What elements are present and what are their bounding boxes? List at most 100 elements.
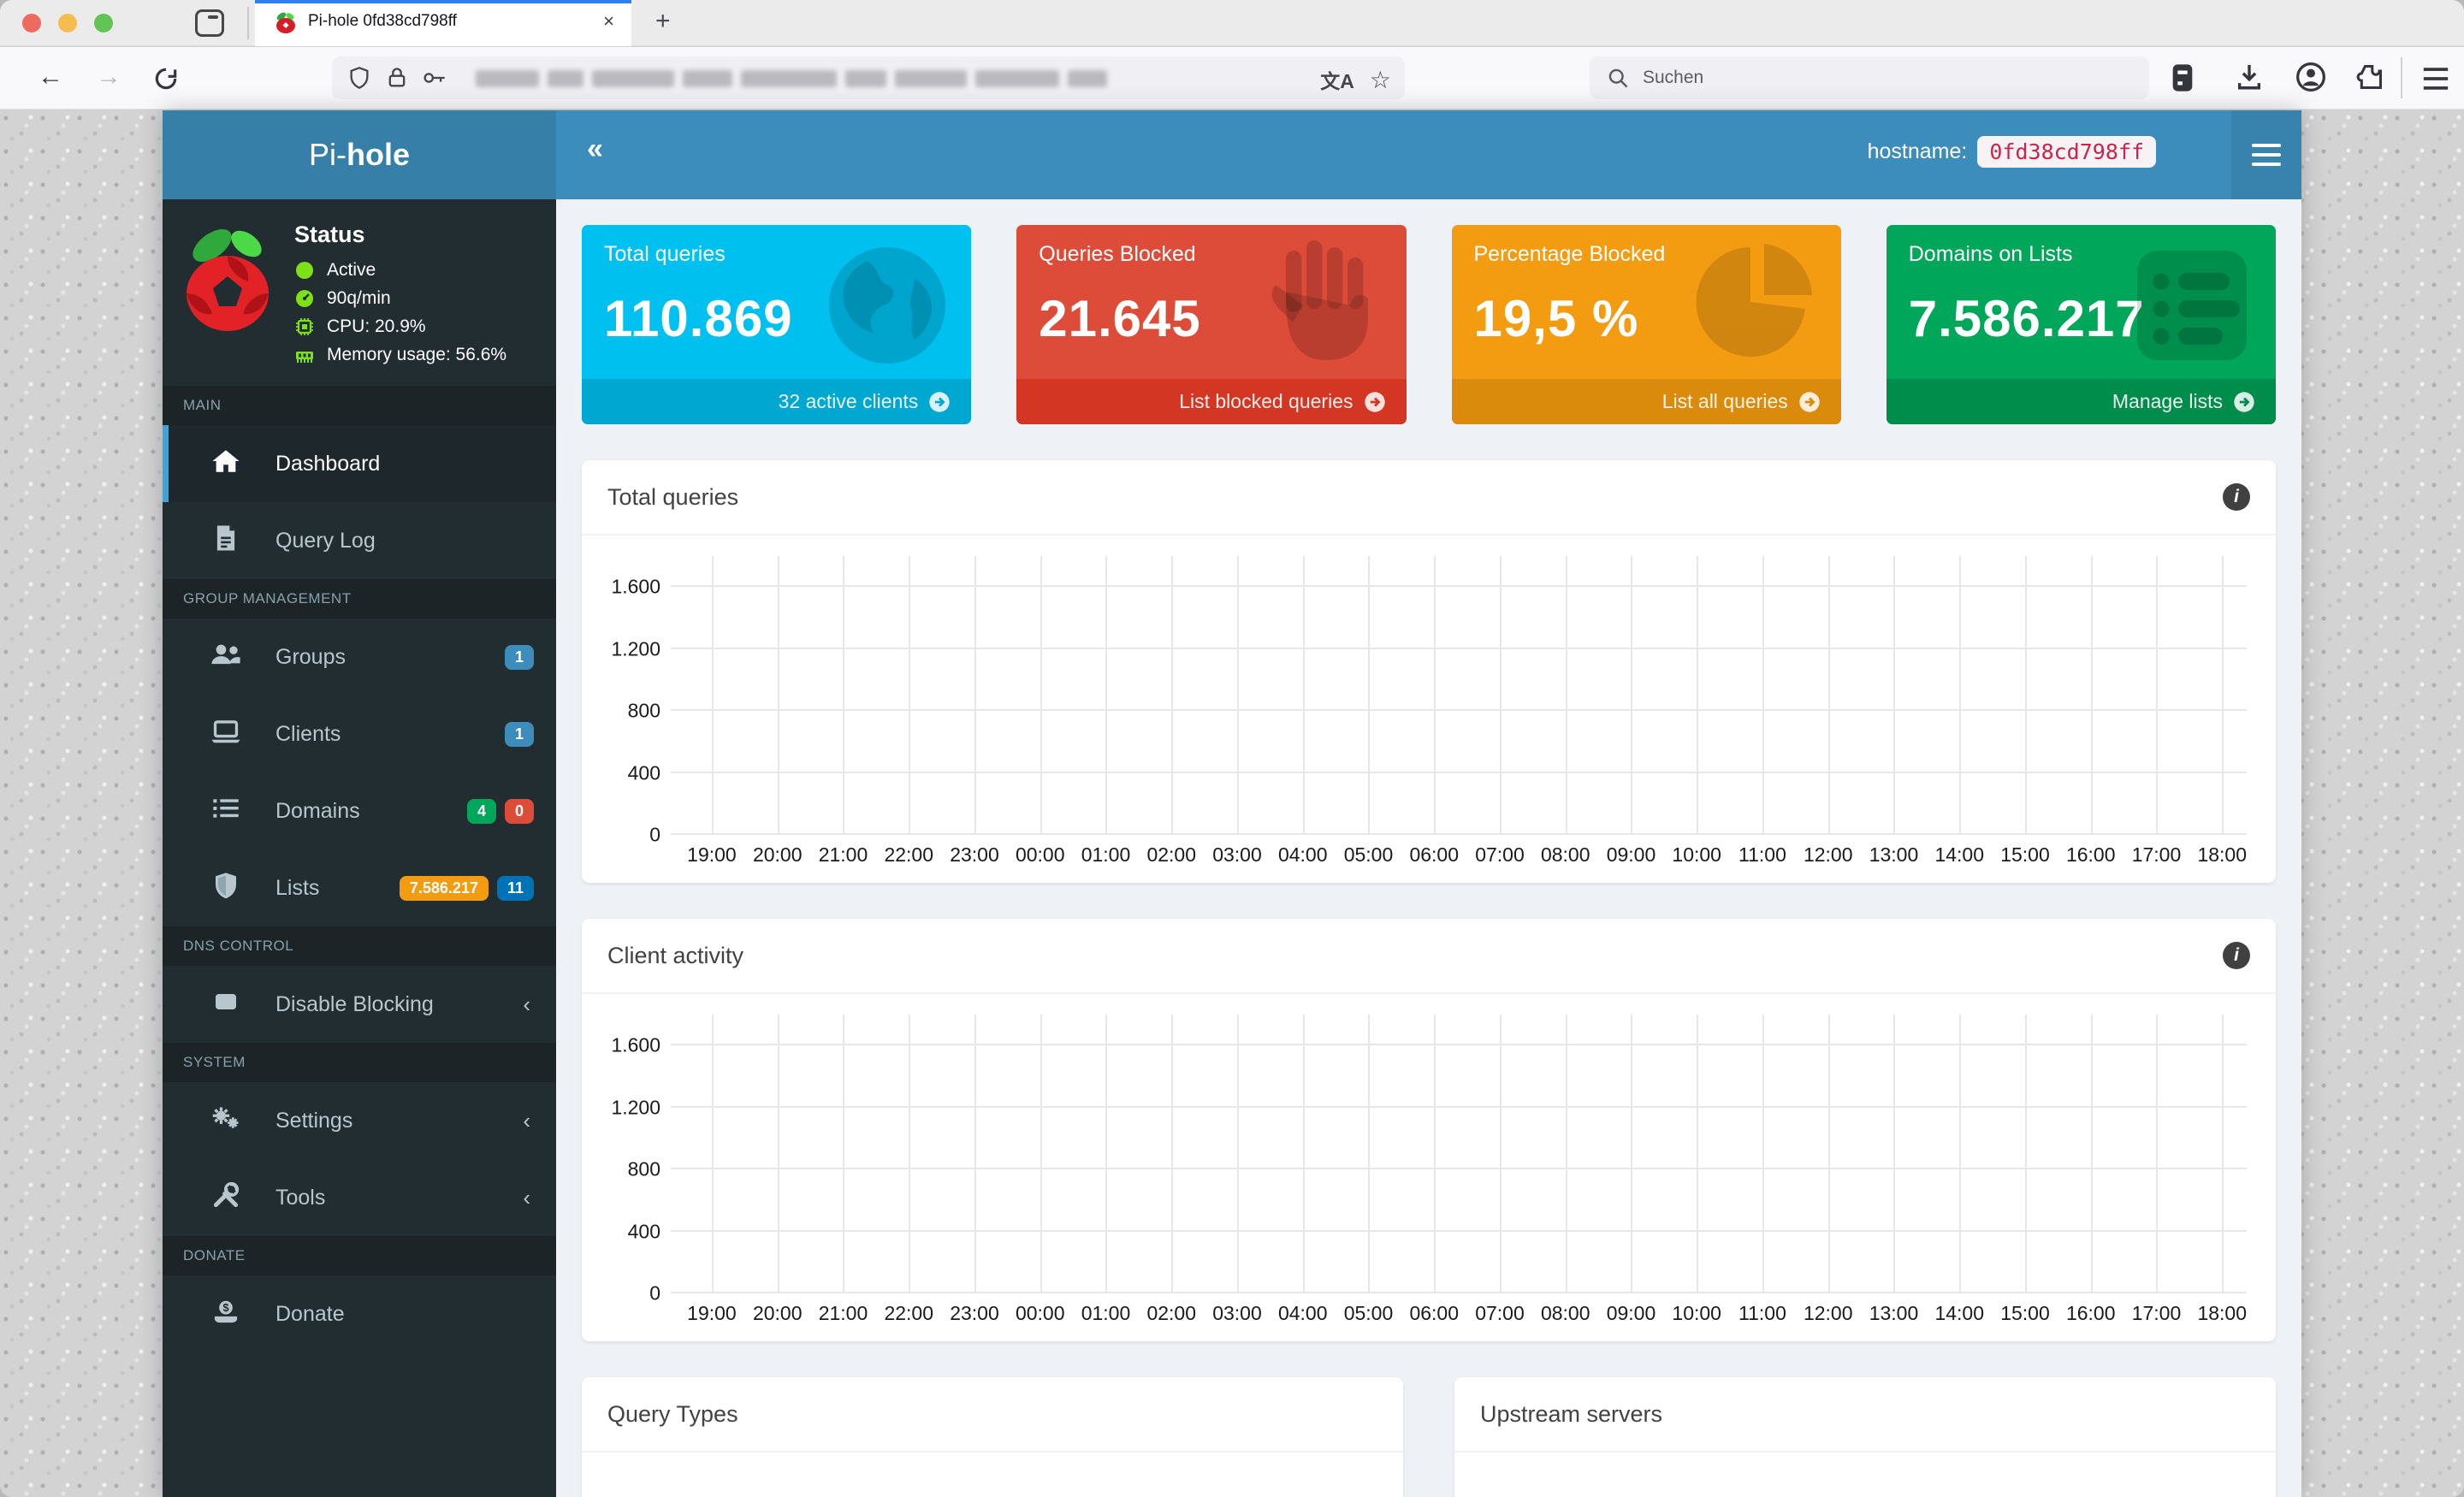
gears-icon	[207, 1104, 245, 1138]
arrow-circle-icon	[1799, 391, 1820, 412]
users-icon	[207, 642, 245, 673]
total-queries-chart[interactable]: 0 400 800 1.200 1.600 19:00 20:00 21:00 22:00 23:…	[607, 541, 2250, 883]
v-gridline	[1236, 1015, 1239, 1293]
sidebar-item-domains[interactable]: Domains 4 0	[163, 772, 556, 849]
pihole-favicon-icon	[276, 12, 295, 33]
summary-cards: Total queries 110.869 32 active clients Que…	[582, 225, 2276, 424]
sidebar-item-query-log[interactable]: Query Log	[163, 502, 556, 579]
bookmark-star-icon[interactable]: ☆	[1370, 66, 1391, 94]
window-zoom-button[interactable]	[94, 14, 113, 33]
window-minimize-button[interactable]	[58, 14, 77, 33]
stop-icon	[207, 989, 245, 1021]
x-axis-label: 09:00	[1606, 1302, 1656, 1324]
new-tab-button[interactable]: +	[655, 7, 671, 36]
window-close-button[interactable]	[22, 14, 41, 33]
toolbox-icon[interactable]	[2168, 61, 2197, 95]
v-gridline	[2222, 1015, 2224, 1293]
status-dot-icon	[296, 262, 313, 279]
card-footer-label: List all queries	[1661, 390, 1788, 412]
navbar-menu-button[interactable]	[2231, 110, 2301, 199]
sidebar-collapse-button[interactable]: «	[587, 133, 603, 166]
translate-icon[interactable]: 文A	[1320, 65, 1354, 94]
client-activity-chart[interactable]: 0 400 800 1.200 1.600 19:00 20:00 21:00 22:00 23:…	[607, 999, 2250, 1341]
h-gridline	[671, 1044, 2247, 1046]
download-icon[interactable]	[2235, 61, 2264, 93]
card-body: Total queries 110.869	[582, 225, 971, 379]
sidebar-item-clients[interactable]: Clients 1	[163, 695, 556, 772]
sidebar-item-lists[interactable]: Lists 7.586.217 11	[163, 849, 556, 926]
account-icon[interactable]	[2295, 61, 2327, 93]
x-axis-label: 04:00	[1277, 843, 1328, 866]
reload-icon[interactable]	[152, 65, 180, 92]
badge: 11	[496, 875, 534, 901]
info-icon[interactable]: i	[2223, 942, 2250, 969]
x-axis-label: 23:00	[950, 1302, 999, 1324]
back-button[interactable]: ←	[38, 62, 63, 92]
card-footer-link[interactable]: Manage lists	[1886, 379, 2276, 424]
v-gridline	[1762, 556, 1764, 835]
x-axis-label: 13:00	[1869, 843, 1919, 866]
card-body: Domains on Lists 7.586.217	[1886, 225, 2276, 379]
v-gridline	[1565, 1015, 1567, 1293]
tab-close-icon[interactable]: ×	[603, 10, 614, 33]
arrow-circle-icon	[2234, 391, 2254, 412]
x-axis-label: 11:00	[1738, 1302, 1786, 1324]
search-placeholder: Suchen	[1643, 68, 1704, 87]
v-gridline	[909, 1015, 911, 1293]
search-icon	[1608, 68, 1628, 88]
hostname-value: 0fd38cd798ff	[1977, 136, 2156, 168]
sidebar-item-label: Groups	[275, 644, 346, 669]
cpu-icon	[296, 318, 313, 335]
menu-hamburger-icon[interactable]	[2421, 66, 2450, 92]
sidebar-item-label: Domains	[275, 798, 360, 823]
card-footer-link[interactable]: 32 active clients	[582, 379, 972, 424]
x-axis-label: 11:00	[1738, 843, 1786, 866]
info-icon[interactable]: i	[2223, 483, 2250, 511]
sidebar-item-label: Lists	[275, 875, 320, 900]
v-gridline	[1499, 556, 1502, 835]
h-gridline	[671, 1229, 2247, 1232]
list-icon	[207, 796, 245, 826]
search-field[interactable]: Suchen	[1590, 56, 2149, 99]
y-axis-label: 800	[627, 699, 660, 722]
sidebar-item-dashboard[interactable]: Dashboard	[163, 425, 556, 502]
v-gridline	[1171, 556, 1174, 835]
x-axis-label: 02:00	[1146, 843, 1196, 866]
url-bar[interactable]: 文A ☆	[332, 56, 1405, 99]
card-footer-link[interactable]: List blocked queries	[1016, 379, 1407, 424]
sidebar-item-groups[interactable]: Groups 1	[163, 618, 556, 695]
panel-title: Query Types	[607, 1400, 738, 1427]
menu-section-header: SYSTEM	[163, 1043, 556, 1082]
sidebar-item-tools[interactable]: Tools ‹	[163, 1159, 556, 1236]
h-gridline	[671, 833, 2247, 835]
v-gridline	[1434, 556, 1436, 835]
status-active-row: Active	[294, 260, 556, 281]
status-memory-row: Memory usage: 56.6%	[294, 345, 556, 365]
x-axis-label: 07:00	[1475, 1302, 1525, 1324]
key-icon[interactable]	[421, 66, 447, 90]
card-footer-link[interactable]: List all queries	[1451, 379, 1841, 424]
sidebar-item-donate[interactable]: $ Donate	[163, 1275, 556, 1352]
status-cpu-row: CPU: 20.9%	[294, 317, 556, 337]
sidebar-item-disable-blocking[interactable]: Disable Blocking ‹	[163, 966, 556, 1043]
sidebar-toggle-icon[interactable]	[195, 9, 224, 37]
wrench-icon	[207, 1181, 245, 1215]
x-axis-label: 06:00	[1409, 1302, 1459, 1324]
lock-icon[interactable]	[385, 66, 409, 90]
shield-icon[interactable]	[347, 66, 371, 90]
panel-title: Client activity	[607, 942, 744, 968]
card-footer-label: Manage lists	[2112, 390, 2223, 412]
sidebar-item-settings[interactable]: Settings ‹	[163, 1082, 556, 1159]
v-gridline	[2156, 1015, 2159, 1293]
y-axis-label: 0	[649, 823, 660, 846]
x-axis-label: 08:00	[1540, 843, 1590, 866]
forward-button[interactable]: →	[96, 62, 121, 92]
pihole-logo[interactable]: Pi-hole	[163, 110, 556, 199]
extensions-puzzle-icon[interactable]	[2354, 61, 2385, 93]
total-queries-panel: Total queries i 0 400 800 1.200 1.600 19:00 20…	[582, 460, 2276, 883]
browser-tab[interactable]: Pi-hole 0fd38cd798ff ×	[255, 0, 631, 46]
v-gridline	[843, 556, 845, 835]
upstream-servers-panel: Upstream servers	[1454, 1377, 2276, 1497]
x-axis-label: 14:00	[1934, 843, 1984, 866]
v-gridline	[1893, 556, 1896, 835]
